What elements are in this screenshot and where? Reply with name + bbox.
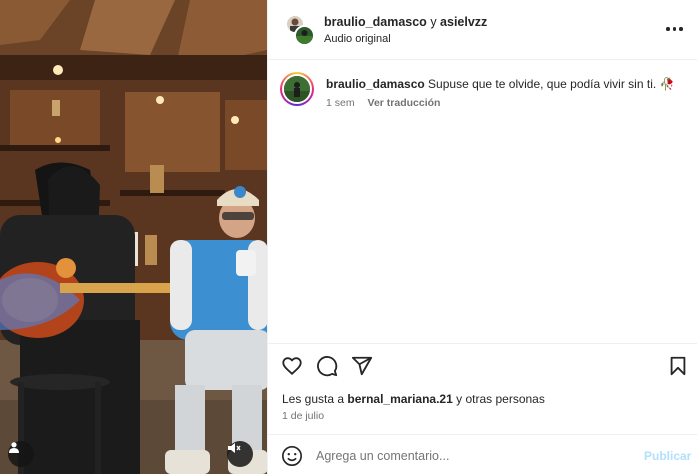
emoji-icon xyxy=(282,446,302,466)
caption-text: Supuse que te olvide, que podía vivir si… xyxy=(428,77,657,91)
share-button[interactable] xyxy=(350,354,374,378)
emoji-button[interactable] xyxy=(281,445,303,472)
see-translation-link[interactable]: Ver traducción xyxy=(368,97,441,109)
post-authors: braulio_damasco y asielvzz xyxy=(324,15,487,29)
likes-suffix[interactable]: y otras personas xyxy=(456,392,545,406)
save-button[interactable] xyxy=(666,354,690,378)
heart-icon xyxy=(282,357,302,376)
video-frame-image: B xyxy=(0,0,267,474)
avatar-braulio-damasco[interactable] xyxy=(294,25,315,46)
user-tag-icon xyxy=(9,442,19,453)
caption-emoji: 🥀 xyxy=(659,77,675,91)
comment-composer: Publicar xyxy=(268,434,697,474)
more-options-icon[interactable] xyxy=(666,22,686,36)
caption-text-row: braulio_damasco Supuse que te olvide, qu… xyxy=(326,76,686,92)
caption-username[interactable]: braulio_damasco xyxy=(326,77,425,91)
mute-button[interactable] xyxy=(227,441,253,467)
likes-user-link[interactable]: bernal_mariana.21 xyxy=(347,392,452,406)
collab-avatars[interactable] xyxy=(285,14,315,46)
muted-speaker-icon xyxy=(228,443,241,453)
share-icon xyxy=(351,356,373,376)
comment-input[interactable] xyxy=(316,449,616,463)
author-link-2[interactable]: asielvzz xyxy=(440,15,487,29)
authors-connector: y xyxy=(430,15,437,29)
audio-label[interactable]: Audio original xyxy=(324,33,391,45)
post-date[interactable]: 1 de julio xyxy=(282,410,324,422)
like-button[interactable] xyxy=(280,354,304,378)
post-media[interactable]: B xyxy=(0,0,267,474)
bookmark-icon xyxy=(670,356,686,376)
avatar-image xyxy=(284,76,310,102)
author-link-1[interactable]: braulio_damasco xyxy=(324,15,427,29)
user-tag-button[interactable] xyxy=(8,441,34,467)
likes-prefix: Les gusta a xyxy=(282,392,345,406)
caption-time[interactable]: 1 sem xyxy=(326,97,355,109)
caption-meta: 1 sem Ver traducción xyxy=(326,97,440,109)
story-ring-avatar[interactable] xyxy=(280,72,314,106)
likes-summary[interactable]: Les gusta a bernal_mariana.21 y otras pe… xyxy=(282,392,545,406)
post-comment-button[interactable]: Publicar xyxy=(644,449,691,463)
comment-button[interactable] xyxy=(315,354,339,378)
post-header: braulio_damasco y asielvzz Audio origina… xyxy=(268,0,697,60)
post-details-panel: braulio_damasco y asielvzz Audio origina… xyxy=(267,0,697,474)
comment-icon xyxy=(317,356,338,377)
